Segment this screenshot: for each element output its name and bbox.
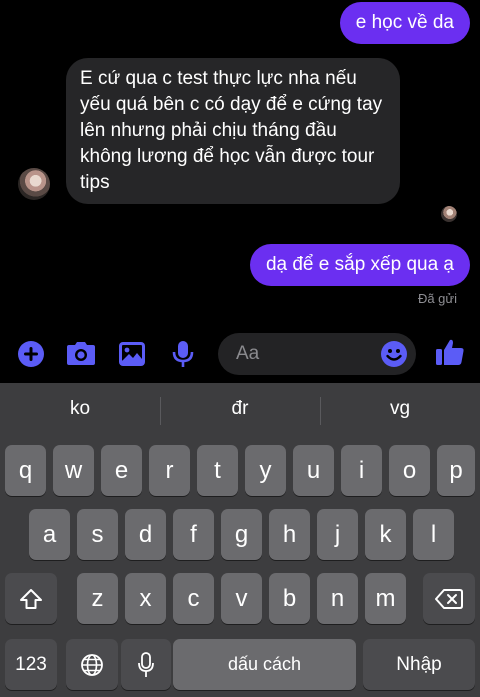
suggestion-1[interactable]: ko: [0, 383, 160, 435]
key-k[interactable]: k: [365, 509, 406, 560]
key-q[interactable]: q: [5, 445, 46, 496]
key-b[interactable]: b: [269, 573, 310, 624]
message-outgoing-2[interactable]: dạ để e sắp xếp qua ạ: [249, 244, 470, 286]
numbers-key[interactable]: 123: [5, 639, 57, 690]
return-key[interactable]: Nhập: [363, 639, 475, 690]
key-e[interactable]: e: [101, 445, 142, 496]
key-p[interactable]: p: [437, 445, 475, 496]
shift-icon: [20, 588, 42, 609]
globe-icon: [81, 653, 103, 676]
message-incoming-1[interactable]: E cứ qua c test thực lực nha nếu yếu quá…: [66, 58, 400, 204]
message-status: Đã gửi: [417, 291, 457, 306]
key-x[interactable]: x: [125, 573, 166, 624]
key-f[interactable]: f: [173, 509, 214, 560]
chat-thread: e học về da E cứ qua c test thực lực nha…: [0, 0, 480, 325]
key-g[interactable]: g: [221, 509, 262, 560]
like-icon[interactable]: [435, 337, 465, 367]
key-m[interactable]: m: [365, 573, 406, 624]
seen-avatar: [441, 206, 457, 222]
key-h[interactable]: h: [269, 509, 310, 560]
key-d[interactable]: d: [125, 509, 166, 560]
key-r[interactable]: r: [149, 445, 190, 496]
key-t[interactable]: t: [197, 445, 238, 496]
key-o[interactable]: o: [389, 445, 430, 496]
message-input-placeholder: Aa: [236, 343, 260, 364]
key-l[interactable]: l: [413, 509, 454, 560]
message-outgoing-1[interactable]: e học về da: [339, 2, 470, 44]
microphone-icon[interactable]: [168, 339, 198, 369]
keyboard: ko đr vg q w e r t y u i o p a s d f g h…: [0, 383, 480, 697]
microphone-icon: [138, 651, 154, 677]
key-j[interactable]: j: [317, 509, 358, 560]
message-input[interactable]: Aa: [218, 333, 416, 375]
gallery-icon[interactable]: [117, 339, 147, 369]
emoji-icon[interactable]: [380, 340, 408, 368]
key-n[interactable]: n: [317, 573, 358, 624]
globe-key[interactable]: [66, 639, 118, 690]
key-s[interactable]: s: [77, 509, 118, 560]
message-composer: Aa: [0, 325, 480, 383]
backspace-icon: [435, 588, 463, 609]
plus-icon[interactable]: [16, 339, 46, 369]
key-v[interactable]: v: [221, 573, 262, 624]
key-u[interactable]: u: [293, 445, 334, 496]
key-y[interactable]: y: [245, 445, 286, 496]
backspace-key[interactable]: [423, 573, 475, 624]
shift-key[interactable]: [5, 573, 57, 624]
key-z[interactable]: z: [77, 573, 118, 624]
camera-icon[interactable]: [66, 339, 96, 369]
key-a[interactable]: a: [29, 509, 70, 560]
key-i[interactable]: i: [341, 445, 382, 496]
suggestion-2[interactable]: đr: [160, 383, 320, 435]
key-w[interactable]: w: [53, 445, 94, 496]
suggestion-3[interactable]: vg: [320, 383, 480, 435]
dictation-key[interactable]: [121, 639, 171, 690]
key-c[interactable]: c: [173, 573, 214, 624]
space-key[interactable]: dấu cách: [173, 639, 356, 690]
contact-avatar[interactable]: [18, 168, 50, 200]
